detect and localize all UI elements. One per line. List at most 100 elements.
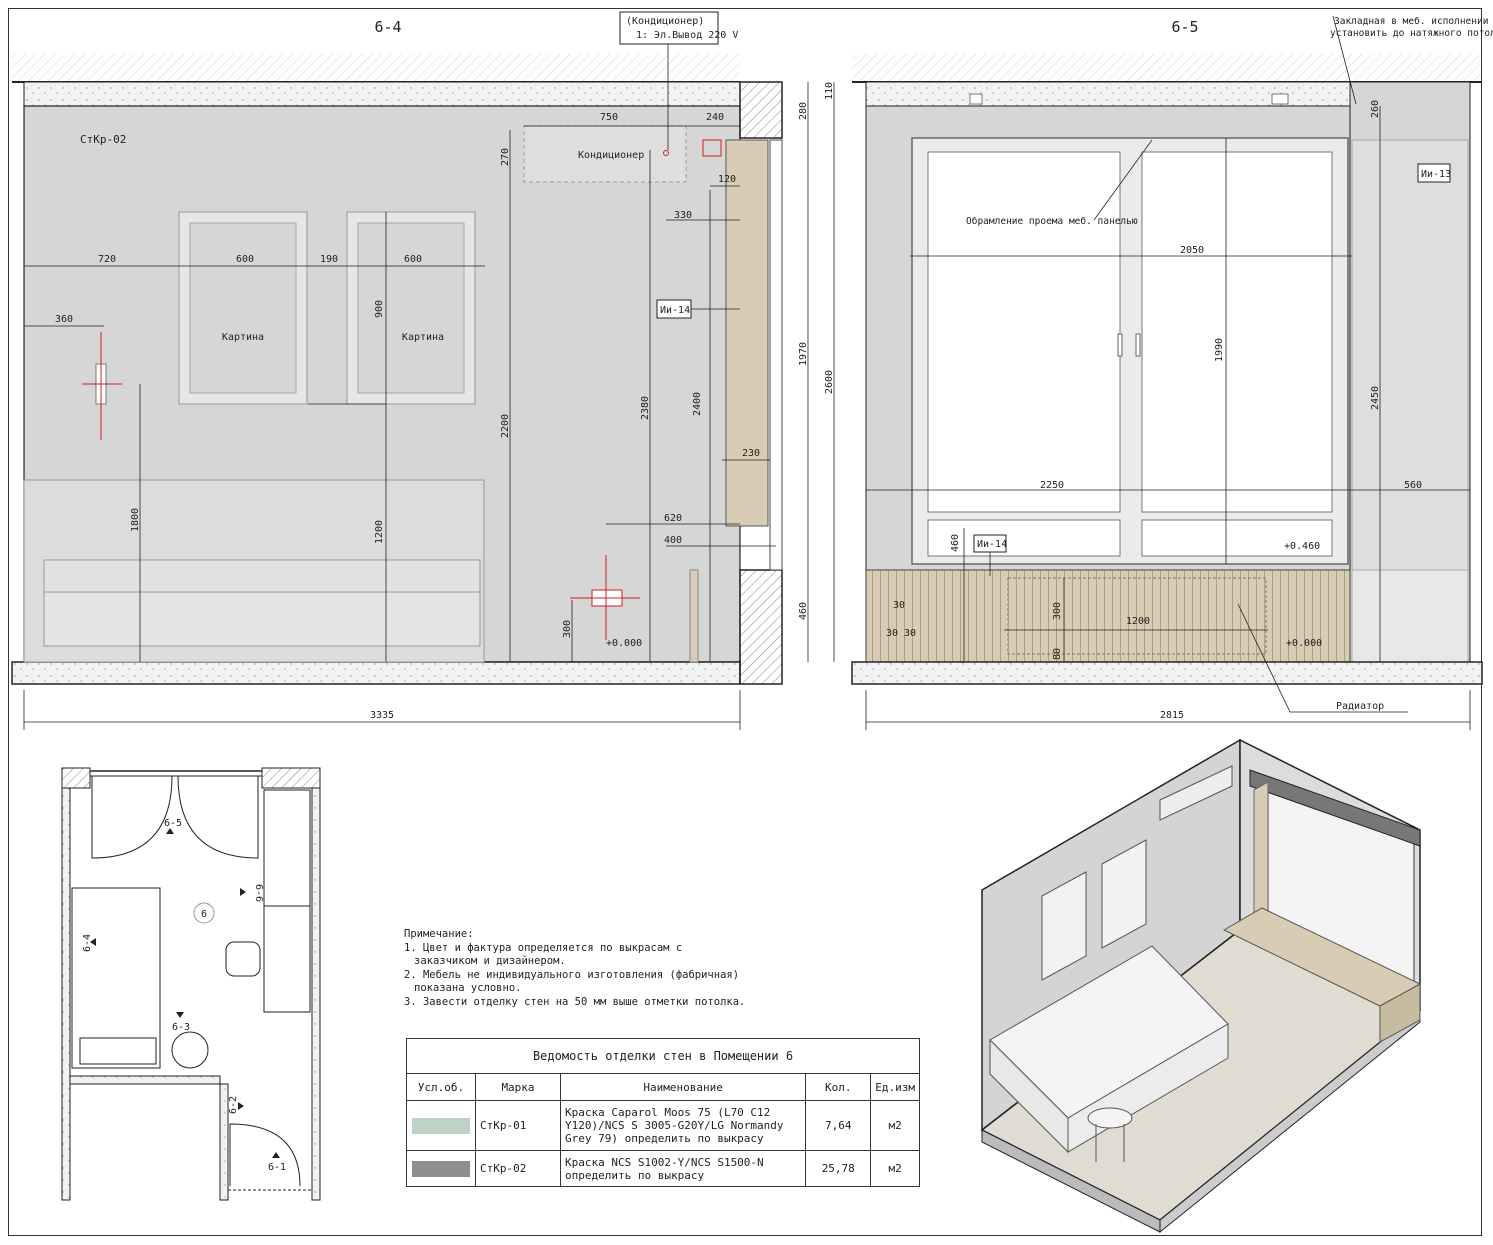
dim-total-3335: 3335 [370,710,394,721]
window-handle-icon [1135,333,1141,357]
dim-330: 330 [674,210,692,221]
floor-slab [11,661,741,685]
dim-1200: 1200 [374,520,385,544]
column-bottom [739,569,783,685]
elevation-6-5: 6-5 2050 2250 560 1200 2815 +0.460 +0.00… [851,15,1493,730]
level-0: +0.000 [1286,638,1322,649]
dim-80: 80 [1052,648,1063,660]
cell-name: Краска NCS S1002-Y/NCS S1500-N определит… [559,1150,807,1187]
dim-720: 720 [98,254,116,265]
cell-unit: м2 [870,1100,920,1151]
cell-mark: СтКр-01 [475,1100,561,1151]
note-line: 1. Цвет и фактура определяется по выкрас… [404,941,683,954]
svg-text:6-6: 6-6 [253,884,264,902]
finish-schedule-table: Ведомость отделки стен в Помещении 6 Усл… [406,1038,920,1187]
dim-750: 750 [600,112,618,123]
frame-label: Обрамление проема меб. панелью [966,216,1138,227]
picture-label-2: Картина [402,332,444,343]
dim-30a: 30 [893,600,905,611]
note-line: заказчиком и дизайнером. [414,955,566,967]
iso-side-table [1087,1107,1133,1129]
level-0: +0.000 [606,638,642,649]
view-marker-icon [176,1012,184,1018]
elevation-title: 6-5 [1171,18,1198,36]
dim-280: 280 [798,102,809,120]
svg-text:Ии-13: Ии-13 [1421,169,1451,180]
window-bench-slats [865,569,1351,663]
svg-text:Ии-14: Ии-14 [977,539,1007,550]
elevation-title: 6-4 [374,18,401,36]
dim-1970: 1970 [798,342,809,366]
dim-240: 240 [706,112,724,123]
notes-heading: Примечание: [404,928,474,940]
dim-300: 300 [1052,602,1063,620]
picture-label-1: Картина [222,332,264,343]
dim-30b: 30 [886,628,898,639]
dim-230: 230 [742,448,760,459]
notes-block: Примечание: 1. Цвет и фактура определяет… [404,928,764,1009]
svg-text:6-5: 6-5 [164,818,182,829]
ac-label: Кондиционер [578,150,644,161]
svg-text:Ии-14: Ии-14 [660,305,690,316]
dim-2050: 2050 [1180,245,1204,256]
cell-qty: 25,78 [805,1150,872,1187]
chair [225,941,261,977]
svg-text:6-4: 6-4 [82,934,93,952]
svg-text:1: Эл.Вывод 220 V: 1: Эл.Вывод 220 V [636,30,738,41]
table-row: СтКр-01 Краска Caparol Moos 75 (L70 C12 … [406,1100,920,1151]
floor-plan: 6 6-5 6-6 6-4 6-3 6-2 6-1 [61,767,321,1201]
dim-190: 190 [320,254,338,265]
level-460: +0.460 [1284,541,1320,552]
svg-text:6-2: 6-2 [228,1096,239,1114]
dim-600a: 600 [236,254,254,265]
svg-text:6-3: 6-3 [172,1022,190,1033]
svg-text:(Кондиционер): (Кондиционер) [626,16,704,27]
svg-text:6-1: 6-1 [268,1162,286,1173]
table-caption: Ведомость отделки стен в Помещении 6 [406,1038,920,1074]
dim-620: 620 [664,513,682,524]
col-header: Усл.об. [406,1073,476,1101]
note-top-line1: Закладная в меб. исполнении [1334,16,1488,27]
dim-1990: 1990 [1214,338,1225,362]
wardrobe [263,789,311,907]
cell-qty: 7,64 [805,1100,872,1151]
dim-260: 260 [1370,100,1381,118]
dim-400: 400 [664,535,682,546]
dim-600b: 600 [404,254,422,265]
dim-2200: 2200 [500,414,511,438]
note-line: показана условно. [414,982,522,994]
bed-mattress [43,559,481,593]
dim-270: 270 [500,148,511,166]
panel-ii-14 [725,139,769,527]
note-line: 2. Мебель не индивидуального изготовлени… [404,968,740,981]
col-header: Кол. [805,1073,872,1101]
dim-110: 110 [824,82,835,100]
wall-mark: СтКр-02 [80,133,126,146]
isometric-view [980,738,1422,1234]
window-sash-left [927,151,1121,513]
bed-base [43,591,481,647]
dim-120: 120 [718,174,736,185]
dim-360: 360 [55,314,73,325]
note-line: 3. Завести отделку стен на 50 мм выше от… [404,995,746,1008]
desk [263,905,311,1013]
dim-2450: 2450 [1370,386,1381,410]
color-swatch [412,1117,470,1134]
dim-total-2815: 2815 [1160,710,1184,721]
radiator-label: Радиатор [1336,701,1384,712]
cell-name: Краска Caparol Moos 75 (L70 C12 Y120)/NC… [559,1100,807,1151]
dim-460: 460 [950,534,961,552]
dim-1200: 1200 [1126,616,1150,627]
dim-2400: 2400 [692,392,703,416]
ceiling-slab [12,54,740,82]
cell-unit: м2 [870,1150,920,1187]
elevation-6-4: 6-4 Кондиционер СтКр-02 Картина Картина [11,11,835,730]
col-header: Ед.изм [870,1073,920,1101]
cell-mark: СтКр-02 [475,1150,561,1187]
col-header: Наименование [559,1073,807,1101]
svg-text:6: 6 [201,909,207,920]
dim-2600: 2600 [824,370,835,394]
col-header: Марка [475,1073,561,1101]
dim-900: 900 [374,300,385,318]
column-top [739,81,783,139]
